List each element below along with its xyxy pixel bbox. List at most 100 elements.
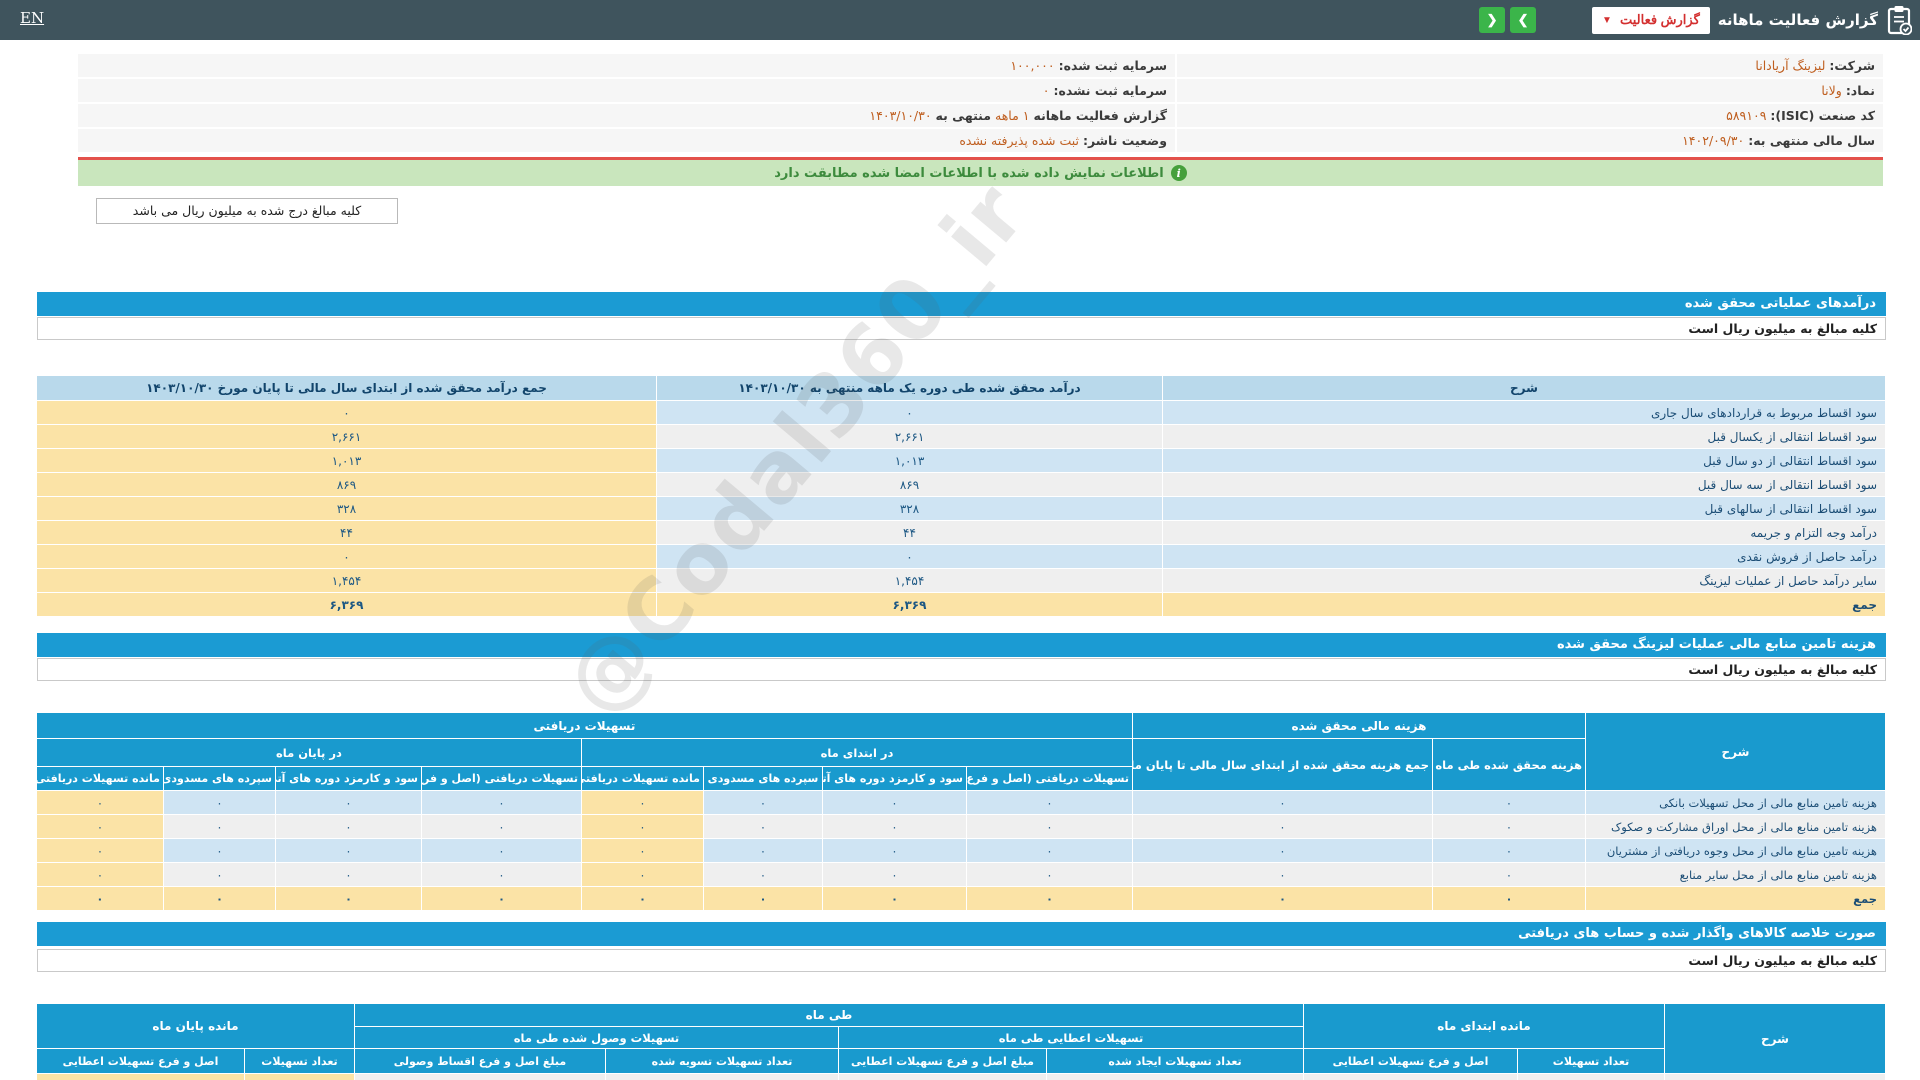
col-granted-amount: مبلغ اصل و فرع تسهیلات اعطایی xyxy=(838,1048,1047,1074)
month-value: ۰ xyxy=(656,400,1163,425)
cell-value xyxy=(35,1073,245,1080)
row-label: درآمد حاصل از فروش نقدی xyxy=(1162,544,1886,569)
month-value: ۶,۳۶۹ xyxy=(656,592,1163,617)
finance-cost-row: جمع ۰ ۰ ۰ ۰ ۰ ۰ ۰ ۰ ۰ ۰ xyxy=(35,886,1886,911)
fiscal-year-field: سال مالی منتهی به: ۱۴۰۲/۰۹/۳۰ xyxy=(1177,129,1883,154)
cell-value: ۰ xyxy=(703,862,823,887)
col-end-blocked-deposits: سپرده های مسدودی xyxy=(163,766,276,791)
cell-value xyxy=(1517,1073,1665,1080)
row-label: سایر درآمد حاصل از عملیات لیزینگ xyxy=(1162,568,1886,593)
cell-value: ۰ xyxy=(275,862,422,887)
cumulative-value: ۳۲۸ xyxy=(36,496,657,521)
cell-value: ۰ xyxy=(163,814,276,839)
page: گزارش فعالیت ماهانه گزارش فعالیت ▼ ❯ ❮ E… xyxy=(0,0,1920,1080)
group-begin-month: در ابتدای ماه xyxy=(581,738,1133,767)
revenue-section-note: کلیه مبالغ به میلیون ریال است xyxy=(37,317,1886,340)
col-cumulative-revenue: جمع درآمد محقق شده از ابتدای سال مالی تا… xyxy=(36,375,657,401)
cell-value: ۰ xyxy=(581,838,704,863)
row-label: سود اقساط مربوط به قراردادهای سال جاری xyxy=(1162,400,1886,425)
row-label: هزینه تامین منابع مالی از محل سایر منابع xyxy=(1585,862,1886,887)
cell-value: ۰ xyxy=(581,862,704,887)
cell-value: ۰ xyxy=(703,790,823,815)
cell-value: ۰ xyxy=(822,790,967,815)
cell-value: ۰ xyxy=(581,790,704,815)
finance-cost-section-header: هزینه تامین منابع مالی عملیات لیزینگ محق… xyxy=(37,633,1886,657)
cell-value: ۰ xyxy=(966,886,1133,911)
cell-value: ۰ xyxy=(1132,838,1433,863)
cell-value: ۰ xyxy=(1432,886,1586,911)
symbol-field: نماد: ولانا xyxy=(1177,79,1883,104)
cell-value: ۰ xyxy=(966,790,1133,815)
topbar: گزارش فعالیت ماهانه گزارش فعالیت ▼ ❯ ❮ E… xyxy=(0,0,1920,40)
prev-report-button[interactable]: ❮ xyxy=(1479,7,1506,33)
finance-cost-table: شرح هزینه مالی محقق شده تسهیلات دریافتی … xyxy=(35,712,1886,911)
cell-value: ۰ xyxy=(275,790,422,815)
cell-value: ۰ xyxy=(421,862,582,887)
cell-value: ۰ xyxy=(581,814,704,839)
cell-value: ۰ xyxy=(163,862,276,887)
group-end-month: در پایان ماه xyxy=(35,738,583,767)
month-value: ۱,۰۱۳ xyxy=(656,448,1163,473)
col-description: شرح xyxy=(1585,712,1886,791)
amounts-note-box: کلیه مبالغ درج شده به میلیون ریال می باش… xyxy=(96,198,398,224)
cell-value xyxy=(1046,1073,1304,1080)
group-received-facilities: تسهیلات دریافتی xyxy=(35,712,1134,739)
row-label: هزینه تامین منابع مالی از محل وجوه دریاف… xyxy=(1585,838,1886,863)
col-end-principal: اصل و فرع تسهیلات اعطایی xyxy=(35,1048,245,1074)
cell-value: ۰ xyxy=(1132,862,1433,887)
clipboard-report-icon xyxy=(1886,5,1913,36)
cell-value: ۰ xyxy=(1432,790,1586,815)
month-value: ۲,۶۶۱ xyxy=(656,424,1163,449)
cell-value: ۰ xyxy=(163,790,276,815)
language-switch-en[interactable]: EN xyxy=(20,9,44,27)
goods-section-note: کلیه مبالغ به میلیون ریال است xyxy=(37,949,1886,972)
revenue-table-row: سود اقساط انتقالی از دو سال قبل ۱,۰۱۳ ۱,… xyxy=(36,448,1886,473)
goods-table: شرح مانده ابتدای ماه طی ماه مانده پایان … xyxy=(35,1003,1886,1080)
cumulative-value: ۸۶۹ xyxy=(36,472,657,497)
company-info-table: شرکت: لیزینگ آریادانا سرمایه ثبت شده: ۱۰… xyxy=(78,54,1883,154)
row-label: درآمد وجه التزام و جریمه xyxy=(1162,520,1886,545)
revenue-table-row: سود اقساط مربوط به قراردادهای سال جاری ۰… xyxy=(36,400,1886,425)
cumulative-value: ۲,۶۶۱ xyxy=(36,424,657,449)
cell-value: ۰ xyxy=(822,886,967,911)
cell-value xyxy=(353,1073,607,1080)
report-type-dropdown[interactable]: گزارش فعالیت ▼ xyxy=(1592,6,1710,34)
cell-value xyxy=(1303,1073,1518,1080)
cumulative-value: ۴۴ xyxy=(36,520,657,545)
row-label xyxy=(1664,1073,1886,1080)
col-end-balance: مانده تسهیلات دریافتی xyxy=(35,766,165,791)
finance-cost-section-note: کلیه مبالغ به میلیون ریال است xyxy=(37,658,1886,681)
cell-value: ۰ xyxy=(421,886,582,911)
publisher-status-field: وضعیت ناشر: ثبت شده پذیرفته نشده xyxy=(78,129,1175,154)
company-field: شرکت: لیزینگ آریادانا xyxy=(1177,54,1883,79)
chevron-down-icon: ▼ xyxy=(1602,14,1612,26)
group-begin-balance: مانده ابتدای ماه xyxy=(1303,1003,1665,1049)
col-description: شرح xyxy=(1162,375,1886,401)
month-value: ۰ xyxy=(656,544,1163,569)
row-label: سود اقساط انتقالی از سه سال قبل xyxy=(1162,472,1886,497)
cumulative-value: ۰ xyxy=(36,544,657,569)
goods-section-header: صورت خلاصه کالاهای واگذار شده و حساب های… xyxy=(37,922,1886,946)
cell-value: ۰ xyxy=(35,838,165,863)
row-label: جمع xyxy=(1162,592,1886,617)
col-begin-blocked-deposits: سپرده های مسدودی xyxy=(703,766,823,791)
col-created-count: تعداد تسهیلات ایجاد شده xyxy=(1046,1048,1304,1074)
month-value: ۸۶۹ xyxy=(656,472,1163,497)
finance-cost-row: هزینه تامین منابع مالی از محل اوراق مشار… xyxy=(35,814,1886,839)
col-begin-principal: تسهیلات دریافتی (اصل و فرع) xyxy=(966,766,1133,791)
cell-value: ۰ xyxy=(35,886,165,911)
col-begin-future-interest: سود و کارمزد دوره های آتی xyxy=(822,766,967,791)
cell-value xyxy=(838,1073,1047,1080)
cell-value: ۰ xyxy=(703,838,823,863)
col-settled-count: تعداد تسهیلات تسویه شده xyxy=(605,1048,839,1074)
next-report-button[interactable]: ❯ xyxy=(1510,7,1537,33)
finance-header-row-1: شرح هزینه مالی محقق شده تسهیلات دریافتی xyxy=(35,712,1886,791)
cell-value xyxy=(243,1073,355,1080)
cumulative-value: ۰ xyxy=(36,400,657,425)
info-icon: i xyxy=(1170,165,1187,181)
group-end-balance: مانده پایان ماه xyxy=(35,1003,355,1049)
group-granted-facilities: تسهیلات اعطایی طی ماه xyxy=(838,1026,1304,1049)
revenue-table: شرح درآمد محقق شده طی دوره یک ماهه منتهی… xyxy=(36,375,1886,617)
cell-value: ۰ xyxy=(35,790,165,815)
cell-value: ۰ xyxy=(581,886,704,911)
